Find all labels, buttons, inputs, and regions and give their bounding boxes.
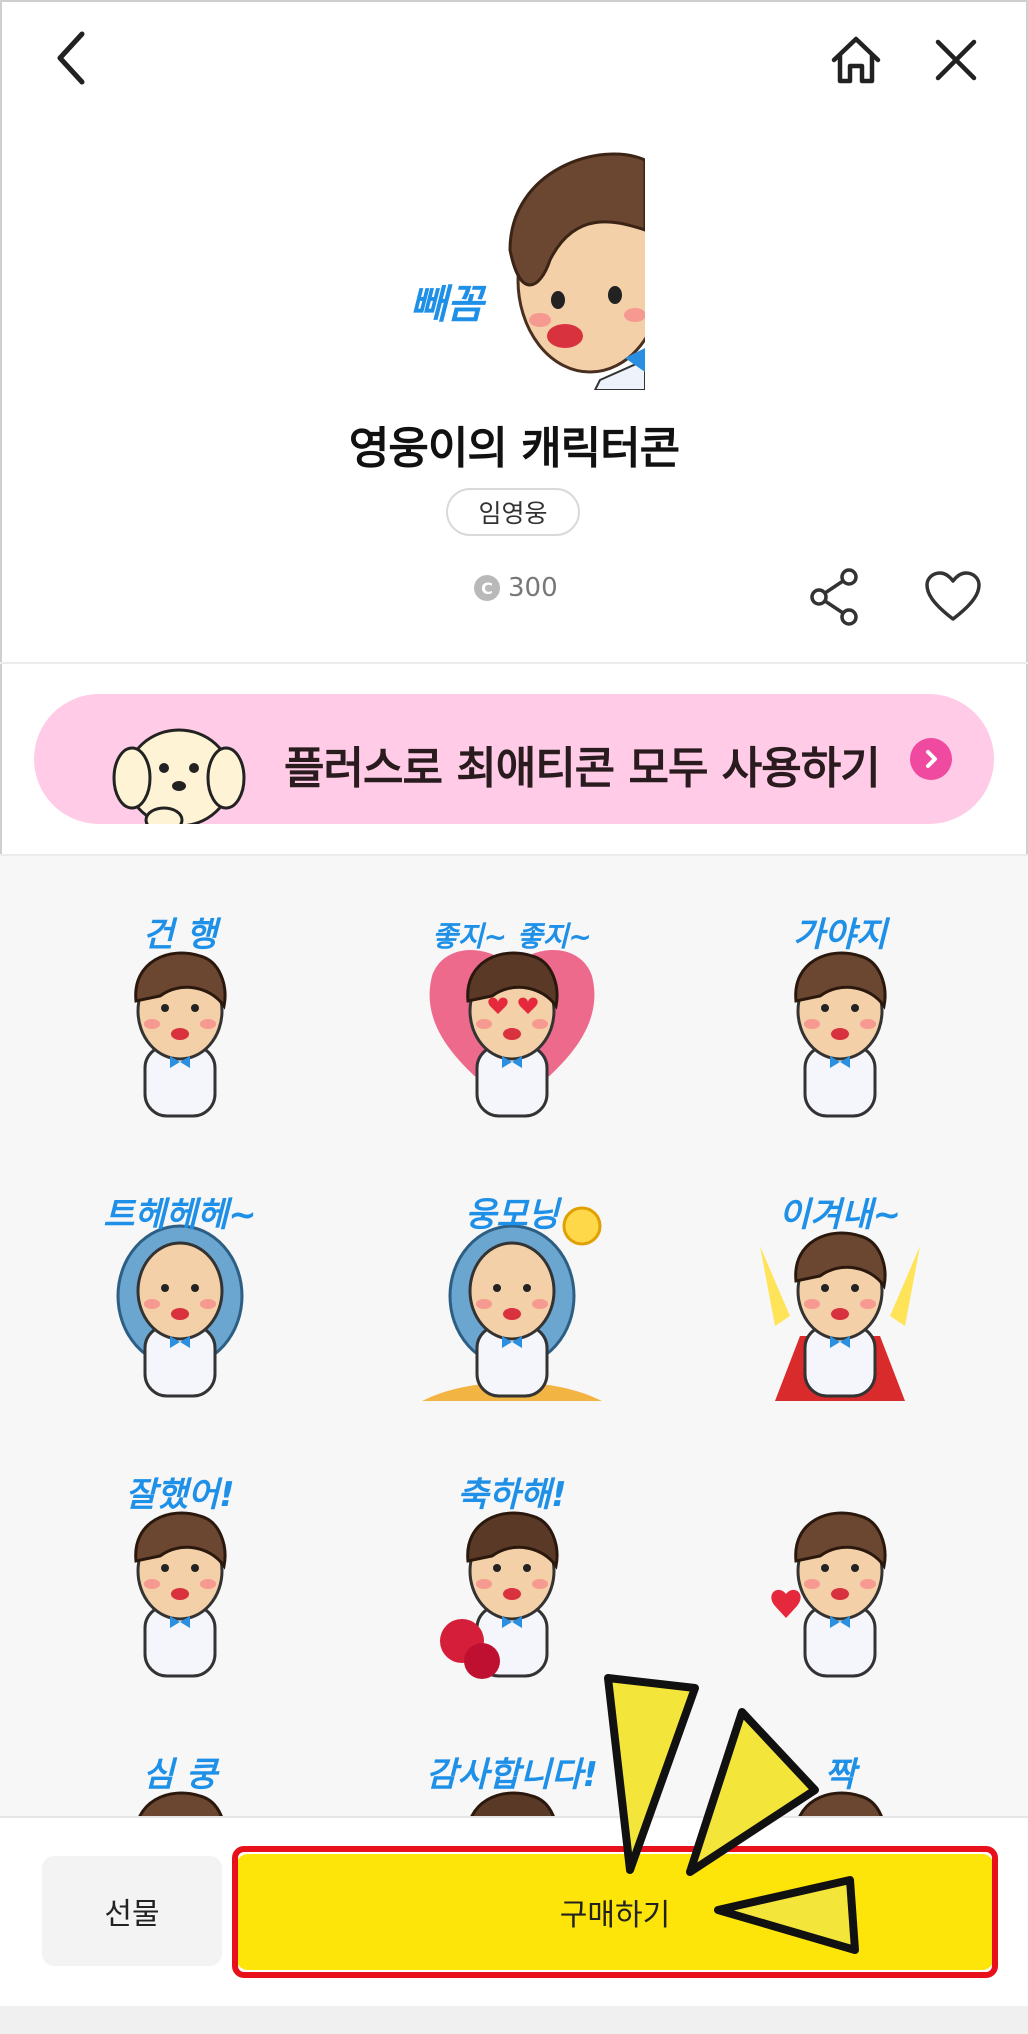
hero-sticker-image: 빼꼼 — [400, 140, 645, 390]
sticker-caption: 짝 — [824, 1755, 860, 1795]
sticker-character-image: 잘했어! — [125, 1475, 235, 1678]
share-button[interactable] — [800, 562, 870, 632]
home-icon — [831, 36, 881, 84]
sticker-character-image: 짝 — [798, 1755, 883, 1816]
sticker-caption: 잘했어! — [125, 1475, 234, 1515]
sticker-character-image — [771, 1511, 887, 1678]
section-divider — [0, 662, 1028, 664]
sticker-item[interactable]: 짝 — [730, 1746, 950, 1816]
price-value: 300 — [508, 573, 558, 603]
sticker-item[interactable]: 심 쿵 — [70, 1746, 290, 1816]
promo-text: 플러스로 최애티콘 모두 사용하기 — [284, 743, 881, 794]
sticker-item[interactable]: 좋지~ 좋지~ — [402, 906, 622, 1136]
sticker-character-image: 심 쿵 — [138, 1755, 223, 1816]
sticker-character-image: 감사합니다! — [426, 1755, 598, 1816]
sticker-character-image: 축하해! — [440, 1475, 567, 1679]
share-icon — [810, 568, 858, 626]
sticker-caption: 심 쿵 — [143, 1755, 220, 1795]
gift-button[interactable]: 선물 — [42, 1856, 222, 1966]
sticker-item[interactable]: 건 행 — [70, 906, 290, 1136]
close-icon — [935, 39, 977, 81]
back-button[interactable] — [40, 22, 104, 94]
sticker-caption: 감사합니다! — [426, 1755, 598, 1795]
sticker-character-image: 트헤헤헤~ — [103, 1195, 257, 1398]
close-button[interactable] — [924, 24, 988, 96]
sticker-item[interactable] — [730, 1466, 950, 1696]
sticker-item[interactable]: 축하해! — [402, 1466, 622, 1696]
system-nav-strip — [0, 2006, 1028, 2034]
sticker-caption: 가야지 — [793, 915, 891, 955]
sticker-item[interactable]: 가야지 — [730, 906, 950, 1136]
home-button[interactable] — [824, 24, 888, 96]
like-button[interactable] — [918, 562, 988, 632]
plus-promo-banner[interactable]: 플러스로 최애티콘 모두 사용하기 — [34, 694, 994, 824]
sticker-character-image: 이겨내~ — [760, 1195, 920, 1401]
sticker-character-image: 웅모닝 — [422, 1195, 602, 1401]
hero-caption: 빼꼼 — [410, 282, 487, 328]
sticker-grid: 건 행 좋지~ 좋지~ 가야지트헤헤헤~ 웅모닝 이겨내~ 잘했어! 축하해! 심 쿵 감사합니… — [0, 856, 1028, 1816]
price: C 300 — [474, 570, 558, 606]
sticker-caption: 이겨내~ — [779, 1195, 901, 1235]
product-title: 영웅이의 캐릭터콘 — [348, 423, 680, 474]
sticker-caption: 건 행 — [143, 915, 222, 955]
sticker-caption: 웅모닝 — [465, 1195, 563, 1235]
sticker-character-image: 가야지 — [793, 915, 891, 1118]
sticker-caption: 축하해! — [457, 1475, 566, 1515]
heart-icon — [925, 571, 981, 621]
author-chip[interactable]: 임영웅 — [446, 488, 580, 536]
sticker-item[interactable]: 웅모닝 — [402, 1186, 622, 1416]
coin-icon: C — [474, 575, 500, 601]
sticker-character-image: 좋지~ 좋지~ — [429, 920, 595, 1118]
sticker-item[interactable]: 잘했어! — [70, 1466, 290, 1696]
chevron-left-icon — [57, 31, 85, 85]
sticker-item[interactable]: 감사합니다! — [402, 1746, 622, 1816]
buy-button[interactable]: 구매하기 — [236, 1854, 994, 1970]
chevron-right-icon — [910, 738, 952, 780]
sticker-caption: 트헤헤헤~ — [103, 1195, 257, 1235]
sticker-item[interactable]: 트헤헤헤~ — [70, 1186, 290, 1416]
puppy-illustration — [112, 728, 246, 824]
sticker-item[interactable]: 이겨내~ — [730, 1186, 950, 1416]
sticker-character-image: 건 행 — [134, 915, 227, 1118]
sticker-caption: 좋지~ 좋지~ — [432, 920, 592, 953]
